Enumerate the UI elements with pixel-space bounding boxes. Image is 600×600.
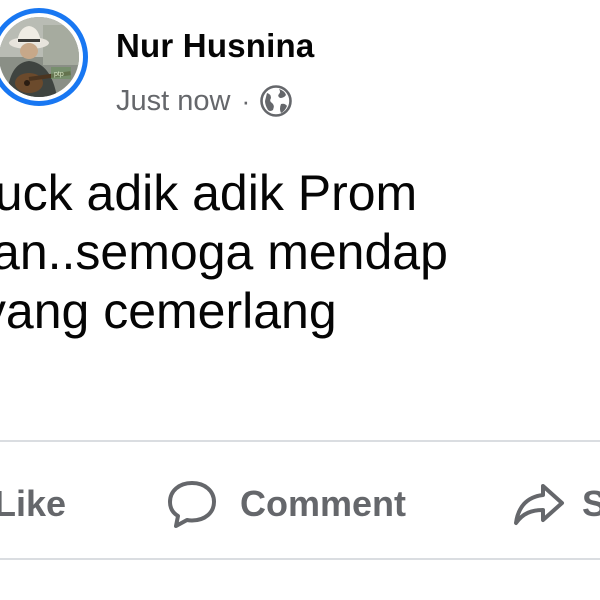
share-button[interactable]: S [512, 476, 600, 532]
post-message-line: lt yang cemerlang [0, 283, 337, 339]
post-message-line: alian..semoga mendap [0, 224, 448, 280]
comment-label: Comment [240, 483, 407, 524]
post-message-line: d luck adik adik Prom [0, 165, 418, 221]
svg-text:ptp: ptp [54, 71, 64, 78]
facebook-post: ptp Nur Husnina Just now · d luck adik a… [0, 0, 600, 600]
post-meta: Just now · [116, 83, 293, 119]
actions-divider-top [0, 440, 600, 442]
globe-icon[interactable] [259, 84, 293, 118]
meta-separator: · [241, 85, 251, 116]
post-timestamp[interactable]: Just now [116, 85, 230, 118]
post-message: d luck adik adik Prom alian..semoga mend… [0, 164, 600, 341]
comment-button[interactable]: Comment [166, 476, 406, 532]
like-button[interactable]: Like [0, 476, 66, 532]
avatar[interactable]: ptp [0, 8, 88, 106]
actions-divider-bottom [0, 558, 600, 560]
share-icon [512, 480, 566, 528]
comment-icon [166, 478, 218, 530]
like-label: Like [0, 483, 67, 524]
share-label: S [582, 483, 600, 524]
avatar-photo: ptp [0, 17, 79, 97]
author-name[interactable]: Nur Husnina [116, 27, 314, 65]
